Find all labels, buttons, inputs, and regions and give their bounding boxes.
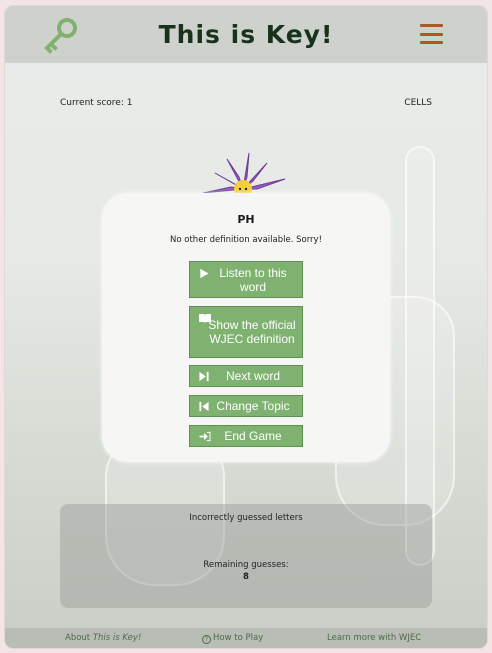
end-game-button[interactable]: End Game [189, 425, 303, 447]
book-icon [199, 314, 211, 323]
background-test-tube [405, 146, 435, 566]
about-app-name: This is Key! [92, 633, 142, 643]
skip-previous-icon [199, 401, 209, 412]
listen-button[interactable]: Listen to this word [189, 261, 303, 298]
incorrect-letters-label: Incorrectly guessed letters [189, 513, 303, 523]
how-to-play-label: How to Play [213, 633, 264, 643]
skip-next-icon [199, 371, 209, 382]
change-topic-button[interactable]: Change Topic [189, 395, 303, 417]
about-link[interactable]: About This is Key! [65, 633, 141, 643]
next-word-label: Next word [225, 369, 281, 383]
end-game-label: End Game [224, 429, 282, 443]
guess-panel: Incorrectly guessed letters Remaining gu… [60, 504, 432, 608]
top-header: This is Key! [5, 6, 487, 63]
footer: About This is Key! ? How to Play Learn mo… [5, 628, 487, 648]
remaining-guesses-count: 8 [243, 572, 249, 582]
show-definition-button[interactable]: Show the official WJEC definition [189, 306, 303, 358]
app-frame: This is Key! Current score: 1 CELLS PH N… [5, 6, 487, 648]
listen-button-label: Listen to this word [219, 265, 287, 294]
app-title: This is Key! [158, 20, 334, 49]
show-definition-label: Show the official WJEC definition [208, 318, 296, 346]
play-icon [200, 268, 209, 279]
modal-definition: No other definition available. Sorry! [170, 235, 322, 245]
hamburger-menu-icon[interactable] [420, 24, 443, 44]
topic-label: CELLS [404, 98, 432, 108]
remaining-guesses-label: Remaining guesses: [203, 560, 289, 570]
change-topic-label: Change Topic [216, 399, 290, 413]
next-word-button[interactable]: Next word [189, 365, 303, 387]
about-prefix: About [65, 633, 93, 643]
learn-more-link[interactable]: Learn more with WJEC [327, 633, 421, 643]
score-bar: Current score: 1 CELLS [60, 98, 432, 108]
how-to-play-link[interactable]: ? How to Play [202, 633, 263, 644]
help-icon: ? [202, 635, 211, 644]
modal-word: PH [237, 213, 255, 226]
current-score: Current score: 1 [60, 98, 133, 108]
word-result-modal: PH No other definition available. Sorry!… [102, 193, 390, 462]
key-icon[interactable] [41, 17, 79, 55]
sign-in-icon [199, 431, 211, 442]
